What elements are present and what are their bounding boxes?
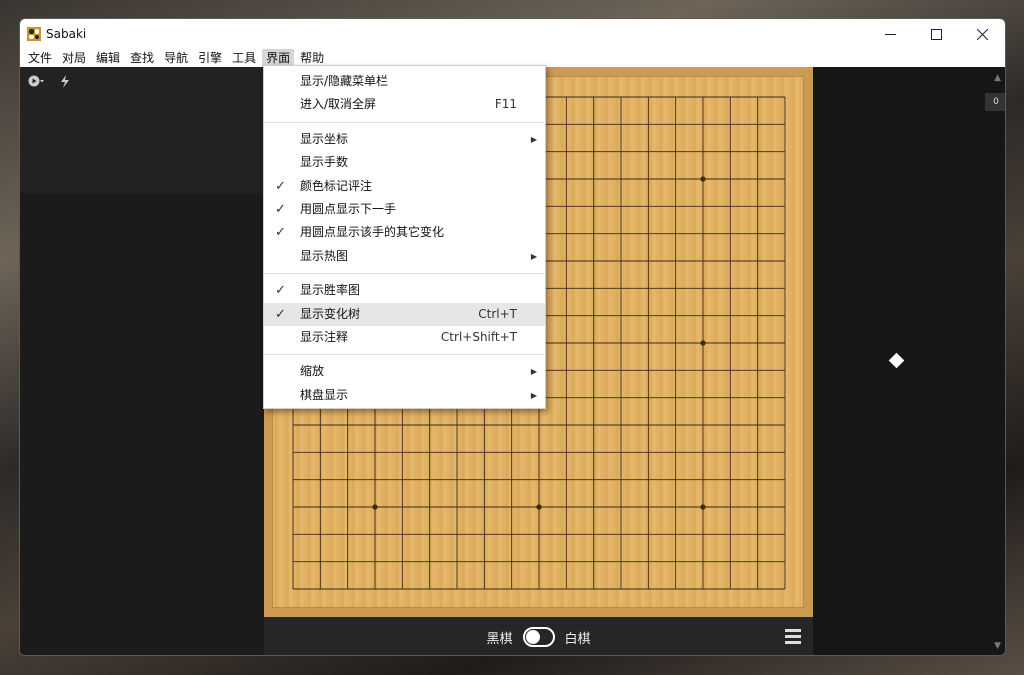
star-point [700,340,706,346]
close-button[interactable] [959,19,1005,49]
view-menu-item[interactable]: ✓ 用圆点显示下一手 [264,198,545,221]
view-menu-item-label: 缩放 [300,364,325,379]
menu-item[interactable]: 导航 [160,49,192,67]
view-menu-item-label: 显示坐标 [300,131,349,146]
black-player-label: 黑棋 [486,631,513,647]
menu-separator [265,121,544,123]
sabaki-logo-icon [27,27,41,41]
view-menu-item-label: 显示注释 [300,329,349,344]
view-menu-item-label: 棋盘显示 [300,387,349,402]
left-sidebar [20,67,264,655]
view-menu-item-label: 进入/取消全屏 [300,97,377,112]
shortcut-label: Ctrl+Shift+T [440,329,517,344]
checkmark-icon: ✓ [275,178,286,194]
star-point [700,504,706,510]
view-menu-item[interactable]: 显示注释 Ctrl+Shift+T [264,326,545,349]
star-point [700,176,706,182]
move-number-badge: 0 [985,93,1005,111]
checkmark-icon: ✓ [275,306,286,322]
view-menu-item-label: 显示手数 [300,155,349,170]
view-menu-dropdown: 显示/隐藏菜单栏 进入/取消全屏 F11 显示坐标 ▶ 显示手数 ✓ 颜色标记评注 ✓ 用圆点显示… [263,65,546,409]
turn-toggle[interactable] [522,627,555,647]
scroll-up-icon[interactable]: ▲ [994,73,1001,83]
engine-log-area [20,95,264,193]
shortcut-label: Ctrl+T [478,306,517,321]
view-menu-item[interactable]: ✓ 显示胜率图 [264,279,545,302]
checkmark-icon: ✓ [275,283,286,299]
view-menu-item[interactable]: ✓ 用圆点显示该手的其它变化 [264,221,545,244]
view-menu-item[interactable]: 显示坐标 ▶ [264,128,545,151]
view-menu-item-label: 用圆点显示该手的其它变化 [300,225,445,240]
lightning-icon[interactable] [60,74,70,88]
view-menu-item-label: 显示/隐藏菜单栏 [300,74,389,88]
close-icon [976,28,988,40]
view-menu-item[interactable]: 棋盘显示 ▶ [264,384,545,407]
menu-item[interactable]: 查找 [126,49,158,67]
game-tree-root-node[interactable] [888,352,905,369]
menu-separator [265,354,544,356]
view-menu-item[interactable]: 显示手数 [264,151,545,174]
view-menu-item[interactable]: ✓ 颜色标记评注 [264,175,545,198]
maximize-button[interactable] [913,19,959,49]
view-menu-item-label: 显示变化树 [300,306,361,321]
engine-toolbar [20,67,264,95]
submenu-arrow-icon: ▶ [530,367,537,377]
checkmark-icon: ✓ [275,225,286,241]
left-bottom-strip [20,617,264,655]
view-menu-item[interactable]: 进入/取消全屏 F11 [264,93,545,116]
star-point [372,504,378,510]
shortcut-label: F11 [494,97,517,112]
view-menu-item-label: 颜色标记评注 [300,178,373,193]
minimize-button[interactable] [867,19,913,49]
submenu-arrow-icon: ▶ [530,390,537,400]
view-menu-item[interactable]: 显示/隐藏菜单栏 [264,70,545,93]
view-menu-item[interactable]: 显示热图 ▶ [264,245,545,268]
view-menu-item-label: 显示胜率图 [300,283,361,298]
view-menu-item[interactable]: ✓ 显示变化树 Ctrl+T [264,302,545,326]
menu-item[interactable]: 引擎 [194,49,226,67]
minimize-icon [884,33,896,35]
menu-item[interactable]: 编辑 [92,49,124,67]
menu-item[interactable]: 对局 [58,49,90,67]
window-title: Sabaki [46,27,87,41]
toggle-knob [525,630,540,644]
checkmark-icon: ✓ [275,201,286,217]
scroll-down-icon[interactable]: ▼ [994,641,1001,651]
white-player-label: 白棋 [564,631,591,647]
star-point [536,504,542,510]
player-bar: 黑棋 白棋 [264,617,813,655]
menu-item[interactable]: 工具 [228,49,260,67]
hamburger-icon[interactable] [785,629,801,647]
title-bar: Sabaki [20,19,1005,49]
view-menu-item-label: 用圆点显示下一手 [300,201,397,216]
menu-separator [265,273,544,275]
game-tree-panel: ▲ 0 ▼ [813,67,1005,655]
menu-item[interactable]: 文件 [24,49,56,67]
view-menu-item-label: 显示热图 [300,248,349,263]
submenu-arrow-icon: ▶ [530,251,537,261]
maximize-icon [930,28,942,40]
play-icon[interactable] [28,75,46,87]
submenu-arrow-icon: ▶ [530,134,537,144]
view-menu-item[interactable]: 缩放 ▶ [264,360,545,383]
